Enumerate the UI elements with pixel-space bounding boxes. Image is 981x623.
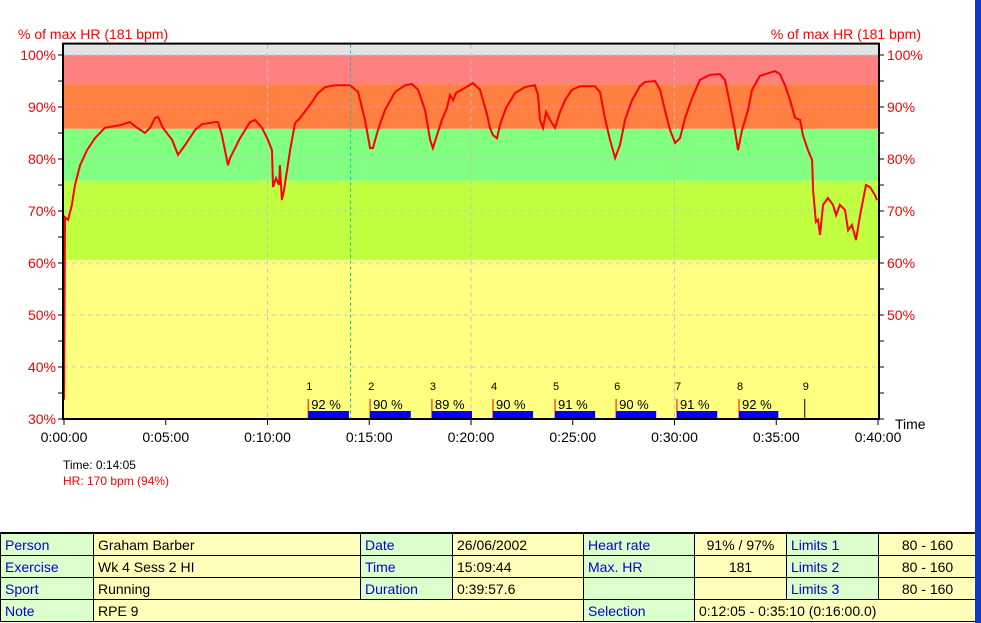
empty-value-cell xyxy=(694,577,787,600)
lap-avg-label: 90 % xyxy=(619,397,649,412)
lap-avg-label: 91 % xyxy=(680,397,710,412)
x-tick-label: 0:35:00 xyxy=(753,429,800,445)
duration-value: 0:39:57.6 xyxy=(452,577,584,600)
cursor-time: Time: 0:14:05 xyxy=(63,458,136,472)
y-tick-label-left: 90% xyxy=(28,99,56,115)
duration-label: Duration xyxy=(360,577,453,600)
max-hr-value[interactable]: 181 xyxy=(694,555,787,578)
y-tick-label-left: 60% xyxy=(28,255,56,271)
x-tick-label: 0:25:00 xyxy=(549,429,596,445)
lap-number: 1 xyxy=(306,381,312,393)
y-tick-label-right: 90% xyxy=(887,99,915,115)
hr-zone xyxy=(64,259,878,419)
note-label: Note xyxy=(0,599,94,622)
lap-avg-label: 90 % xyxy=(373,397,403,412)
exercise-label: Exercise xyxy=(0,555,94,578)
heart-rate-value: 91% / 97% xyxy=(694,532,787,556)
lap-number: 7 xyxy=(675,381,681,393)
limits2-label: Limits 2 xyxy=(786,555,879,578)
y-tick-label-right: 50% xyxy=(887,307,915,323)
lap-number: 3 xyxy=(430,381,436,393)
selection-value: 0:12:05 - 0:35:10 (0:16:00.0) xyxy=(694,599,977,622)
lap-avg-label: 89 % xyxy=(435,397,465,412)
sport-label: Sport xyxy=(0,577,94,600)
limits1-value[interactable]: 80 - 160 xyxy=(878,532,977,556)
x-tick-label: 0:05:00 xyxy=(142,429,189,445)
date-value[interactable]: 26/06/2002 xyxy=(452,532,584,556)
lap-avg-label: 92 % xyxy=(311,397,341,412)
date-label: Date xyxy=(360,532,453,556)
y-tick-label-left: 40% xyxy=(28,359,56,375)
y-tick-label-right: 60% xyxy=(887,255,915,271)
cursor-hr: HR: 170 bpm (94%) xyxy=(63,474,170,488)
lap-number: 8 xyxy=(737,381,743,393)
lap-avg-label: 92 % xyxy=(742,397,772,412)
hr-zone xyxy=(64,84,878,129)
y-tick-label-left: 30% xyxy=(28,411,56,427)
x-tick-label: 0:00:00 xyxy=(41,429,88,445)
lap-bar xyxy=(308,411,349,419)
hr-chart[interactable]: % of max HR (181 bpm) % of max HR (181 b… xyxy=(0,0,975,500)
note-value[interactable]: RPE 9 xyxy=(93,599,584,622)
lap-number: 6 xyxy=(614,381,620,393)
y-tick-label-right: 70% xyxy=(887,203,915,219)
y-axis-label-right: % of max HR (181 bpm) xyxy=(771,26,921,42)
x-tick-label: 0:20:00 xyxy=(448,429,495,445)
limits3-value[interactable]: 80 - 160 xyxy=(878,577,977,600)
lap-bar xyxy=(555,411,596,419)
limits1-label: Limits 1 xyxy=(786,532,879,556)
lap-bar xyxy=(431,411,473,419)
lap-avg-label: 91 % xyxy=(558,397,588,412)
empty-label-cell xyxy=(583,577,695,600)
lap-bar xyxy=(739,411,779,419)
heart-rate-label: Heart rate xyxy=(583,532,695,556)
lap-avg-label: 90 % xyxy=(496,397,526,412)
x-axis-label: Time xyxy=(895,416,926,432)
max-hr-label: Max. HR xyxy=(583,555,695,578)
limits3-label: Limits 3 xyxy=(786,577,879,600)
y-tick-label-left: 70% xyxy=(28,203,56,219)
y-tick-label-left: 100% xyxy=(20,47,56,63)
y-tick-label-right: 100% xyxy=(887,47,923,63)
lap-bar xyxy=(370,411,411,419)
x-tick-label: 0:10:00 xyxy=(244,429,291,445)
time-label: Time xyxy=(360,555,453,578)
limits2-value[interactable]: 80 - 160 xyxy=(878,555,977,578)
lap-bar xyxy=(492,411,534,419)
lap-number: 5 xyxy=(553,381,559,393)
person-label: Person xyxy=(0,532,94,556)
y-axis-label-left: % of max HR (181 bpm) xyxy=(18,26,168,42)
y-tick-label-left: 50% xyxy=(28,307,56,323)
lap-bar xyxy=(676,411,718,419)
window-edge xyxy=(975,0,981,623)
lap-number: 2 xyxy=(368,381,374,393)
lap-number: 4 xyxy=(491,381,497,393)
selection-label: Selection xyxy=(583,599,695,622)
exercise-value[interactable]: Wk 4 Sess 2 HI xyxy=(93,555,361,578)
session-info-table: Person Graham Barber Date 26/06/2002 Hea… xyxy=(0,532,977,622)
lap-number: 9 xyxy=(803,381,809,393)
x-tick-label: 0:15:00 xyxy=(346,429,393,445)
sport-value[interactable]: Running xyxy=(93,577,361,600)
y-tick-label-left: 80% xyxy=(28,151,56,167)
y-tick-label-right: 80% xyxy=(887,151,915,167)
person-value[interactable]: Graham Barber xyxy=(93,532,361,556)
time-value[interactable]: 15:09:44 xyxy=(452,555,584,578)
x-tick-label: 0:30:00 xyxy=(651,429,698,445)
lap-bar xyxy=(616,411,657,419)
